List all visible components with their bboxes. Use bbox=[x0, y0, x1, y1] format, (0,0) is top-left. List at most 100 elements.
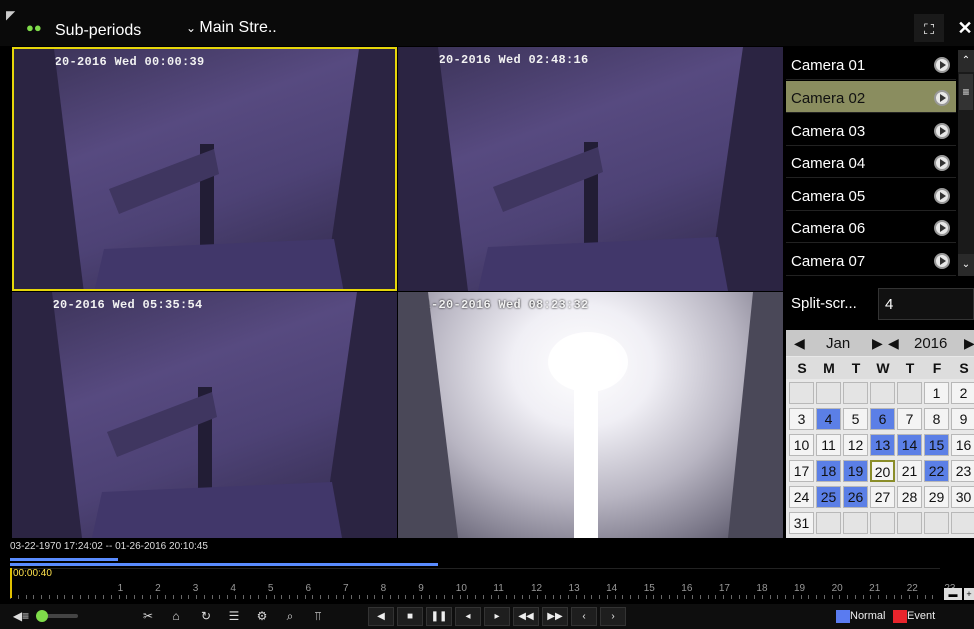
scene-graphic bbox=[398, 47, 783, 291]
add-tag-icon[interactable]: ⌂ bbox=[166, 607, 186, 626]
settings-icon[interactable]: ⚙ bbox=[252, 607, 272, 626]
zoom-out-button[interactable]: ▬ bbox=[944, 588, 962, 600]
next-month-icon[interactable]: ▶ bbox=[872, 335, 883, 352]
play-icon[interactable] bbox=[934, 90, 950, 106]
calendar-day[interactable]: 31 bbox=[789, 512, 814, 534]
scroll-down-icon[interactable]: ⌄ bbox=[958, 254, 974, 276]
calendar-day[interactable]: 23 bbox=[951, 460, 974, 482]
calendar-day[interactable]: 6 bbox=[870, 408, 895, 430]
video-pane-4[interactable]: 01-20-2016 Wed 08:23:32 bbox=[398, 292, 783, 538]
calendar-day[interactable]: 9 bbox=[951, 408, 974, 430]
camera-name: Camera 04 bbox=[791, 155, 866, 172]
volume-knob[interactable] bbox=[36, 610, 48, 622]
calendar-day[interactable]: 3 bbox=[789, 408, 814, 430]
split-screen-label: Split-scr... bbox=[791, 295, 857, 312]
close-button[interactable]: ✕ bbox=[950, 14, 974, 42]
calendar-day[interactable]: 27 bbox=[870, 486, 895, 508]
hour-tick-label: 6 bbox=[305, 583, 312, 594]
camera-item[interactable]: Camera 05 bbox=[786, 179, 956, 211]
play-icon[interactable] bbox=[934, 253, 950, 269]
camera-item[interactable]: Camera 03 bbox=[786, 114, 956, 146]
sub-periods-label[interactable]: Sub-periods bbox=[55, 22, 141, 40]
camera-item[interactable]: Camera 01 bbox=[786, 48, 956, 80]
minor-tick bbox=[684, 595, 686, 599]
calendar-day[interactable]: 21 bbox=[897, 460, 922, 482]
calendar-day[interactable]: 24 bbox=[789, 486, 814, 508]
stop-button[interactable]: ■ bbox=[397, 607, 423, 626]
calendar-day[interactable]: 25 bbox=[816, 486, 841, 508]
fast-forward-button[interactable]: ▶▶ bbox=[542, 607, 568, 626]
timeline-ruler[interactable]: 123456789101112131415161718192021222324 bbox=[10, 568, 955, 599]
volume-icon[interactable]: ◀≡ bbox=[12, 607, 30, 626]
calendar-day[interactable]: 19 bbox=[843, 460, 868, 482]
scroll-up-icon[interactable]: ⌃ bbox=[958, 50, 974, 72]
file-list-icon[interactable]: ☰ bbox=[224, 607, 244, 626]
calendar-day[interactable]: 18 bbox=[816, 460, 841, 482]
play-icon[interactable] bbox=[934, 57, 950, 73]
sub-periods-icon[interactable]: ●● bbox=[26, 20, 42, 35]
fullscreen-button[interactable]: ⛶ bbox=[914, 14, 944, 42]
previous-day-button[interactable]: ‹ bbox=[571, 607, 597, 626]
calendar-day[interactable]: 2 bbox=[951, 382, 974, 404]
minor-tick bbox=[242, 595, 244, 599]
volume-slider[interactable] bbox=[36, 610, 78, 622]
reverse-play-button[interactable]: ◀ bbox=[368, 607, 394, 626]
calendar-day[interactable]: 4 bbox=[816, 408, 841, 430]
calendar-day[interactable]: 8 bbox=[924, 408, 949, 430]
calendar-day[interactable]: 28 bbox=[897, 486, 922, 508]
timeline-cursor[interactable] bbox=[10, 568, 12, 598]
zoom-in-button[interactable]: + bbox=[964, 588, 974, 600]
stream-dropdown[interactable]: ⌄ Main Stre.. bbox=[186, 19, 277, 37]
video-pane-2[interactable]: 01-20-2016 Wed 02:48:16 bbox=[398, 47, 783, 291]
play-icon[interactable] bbox=[934, 155, 950, 171]
calendar-day[interactable]: 1 bbox=[924, 382, 949, 404]
forward-30s-button[interactable]: ▸ bbox=[484, 607, 510, 626]
play-icon[interactable] bbox=[934, 220, 950, 236]
minor-tick bbox=[428, 595, 430, 599]
minor-tick bbox=[560, 595, 562, 599]
slow-forward-button[interactable]: ◀◀ bbox=[513, 607, 539, 626]
video-pane-1[interactable]: 01-20-2016 Wed 00:00:39 bbox=[12, 47, 397, 291]
calendar-day[interactable]: 29 bbox=[924, 486, 949, 508]
smart-search-icon[interactable]: ⫪ bbox=[308, 607, 328, 626]
minor-tick bbox=[134, 595, 135, 599]
camera-item[interactable]: Camera 06 bbox=[786, 211, 956, 243]
calendar-day[interactable]: 22 bbox=[924, 460, 949, 482]
calendar-day[interactable]: 10 bbox=[789, 434, 814, 456]
camera-item[interactable]: Camera 07 bbox=[786, 244, 956, 276]
scroll-thumb[interactable]: ≡ bbox=[959, 74, 973, 110]
lock-file-icon[interactable]: ↻ bbox=[196, 607, 216, 626]
next-year-icon[interactable]: ▶ bbox=[964, 335, 974, 352]
calendar-day[interactable]: 20 bbox=[870, 460, 895, 482]
calendar-day[interactable]: 17 bbox=[789, 460, 814, 482]
minor-tick bbox=[575, 595, 577, 599]
minor-tick bbox=[723, 595, 724, 599]
prev-month-icon[interactable]: ◀ bbox=[794, 335, 805, 352]
video-pane-3[interactable]: 01-20-2016 Wed 05:35:54 bbox=[12, 292, 397, 538]
play-icon[interactable] bbox=[934, 188, 950, 204]
calendar-day[interactable]: 30 bbox=[951, 486, 974, 508]
calendar-day[interactable]: 11 bbox=[816, 434, 841, 456]
back-30s-button[interactable]: ◂ bbox=[455, 607, 481, 626]
calendar-empty-cell bbox=[843, 512, 868, 534]
play-icon[interactable] bbox=[934, 123, 950, 139]
calendar-empty-cell bbox=[924, 512, 949, 534]
digital-zoom-icon[interactable]: ⌕ bbox=[280, 607, 300, 626]
calendar-day[interactable]: 15 bbox=[924, 434, 949, 456]
calendar-day[interactable]: 14 bbox=[897, 434, 922, 456]
calendar-day[interactable]: 16 bbox=[951, 434, 974, 456]
calendar-day[interactable]: 13 bbox=[870, 434, 895, 456]
camera-item[interactable]: Camera 04 bbox=[786, 146, 956, 178]
calendar-day[interactable]: 26 bbox=[843, 486, 868, 508]
calendar-day[interactable]: 7 bbox=[897, 408, 922, 430]
calendar-day[interactable]: 12 bbox=[843, 434, 868, 456]
prev-year-icon[interactable]: ◀ bbox=[888, 335, 899, 352]
pause-button[interactable]: ❚❚ bbox=[426, 607, 452, 626]
clip-icon[interactable]: ✂ bbox=[138, 607, 158, 626]
next-day-button[interactable]: › bbox=[600, 607, 626, 626]
split-screen-select[interactable]: 4 bbox=[878, 288, 974, 320]
calendar-day[interactable]: 5 bbox=[843, 408, 868, 430]
camera-item[interactable]: Camera 02 bbox=[786, 81, 956, 113]
camera-list-scrollbar[interactable]: ⌃ ≡ ⌄ bbox=[958, 50, 974, 276]
timeline[interactable]: 03-22-1970 17:24:02 -- 01-26-2016 20:10:… bbox=[0, 538, 974, 602]
